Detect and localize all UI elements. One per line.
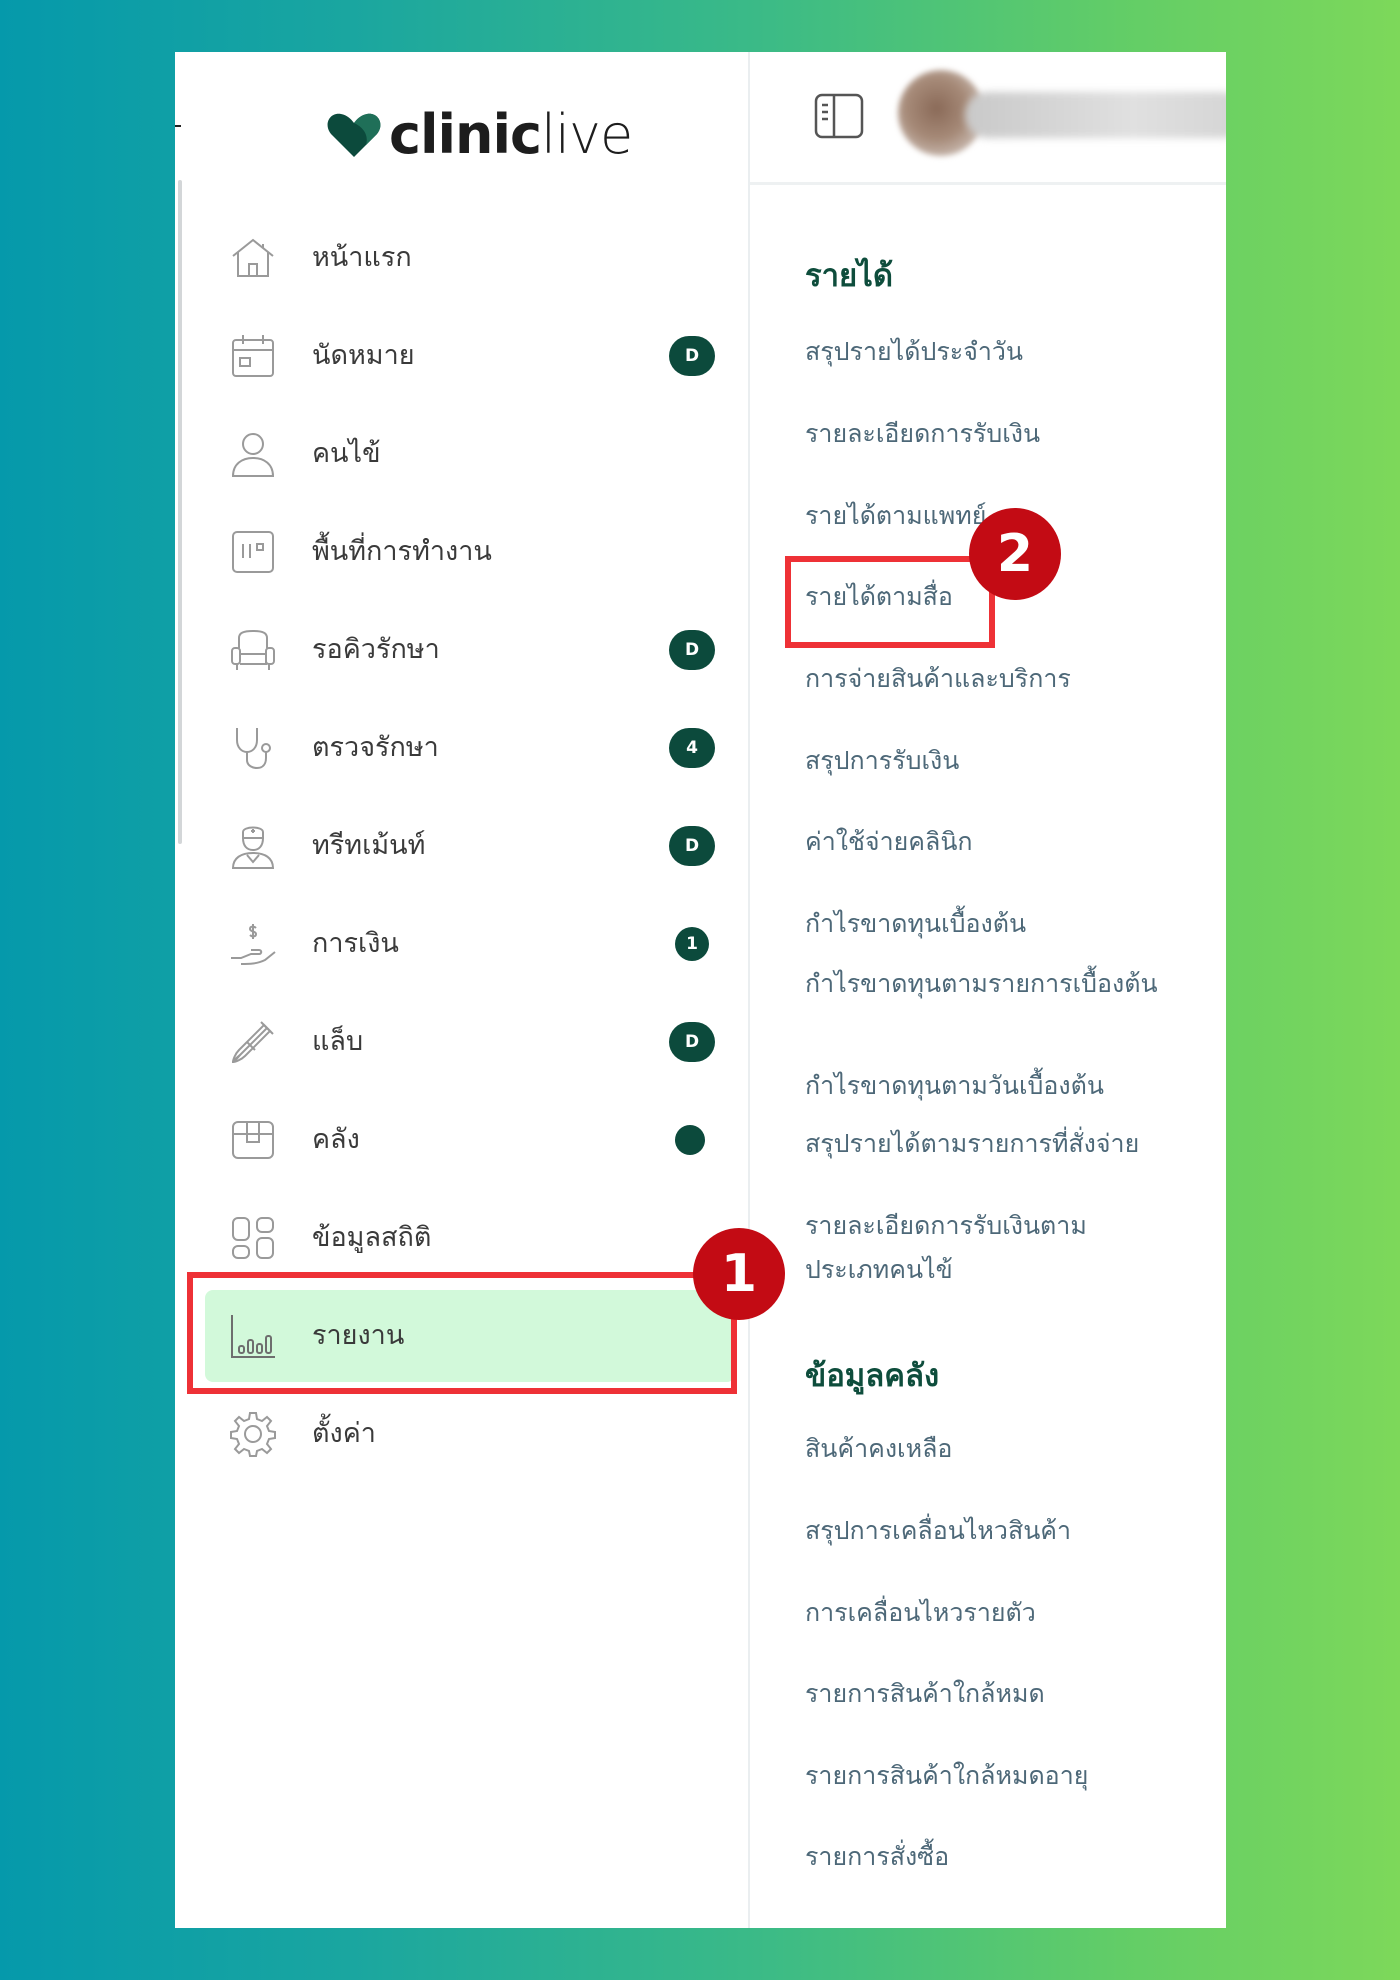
sidebar-item-label: คลัง bbox=[312, 1124, 360, 1155]
sidebar-item-examination[interactable]: ตรวจรักษา 4 bbox=[205, 702, 715, 794]
report-menu: รายได้ สรุปรายได้ประจำวัน รายละเอียดการร… bbox=[750, 182, 1226, 1928]
top-bar bbox=[750, 52, 1226, 185]
callout-number-2: 2 bbox=[969, 508, 1061, 600]
sidebar-item-label: นัดหมาย bbox=[312, 340, 415, 371]
brand-logo[interactable]: cliniclive bbox=[325, 100, 633, 170]
menu-link-goods-services-dispensed[interactable]: การจ่ายสินค้าและบริการ bbox=[805, 657, 1185, 701]
sidebar-item-treatment[interactable]: ทรีทเม้นท์ D bbox=[205, 800, 715, 892]
menu-link-profit-loss-by-item[interactable]: กำไรขาดทุนตามรายการเบื้องต้น bbox=[805, 962, 1185, 1006]
sidebar-item-label: คนไข้ bbox=[312, 438, 381, 469]
menu-link-stock-movement-summary[interactable]: สรุปการเคลื่อนไหวสินค้า bbox=[805, 1509, 1185, 1553]
status-dot bbox=[675, 1125, 705, 1155]
waiting-chair-icon bbox=[229, 626, 277, 674]
home-icon bbox=[229, 234, 277, 282]
sidebar-item-lab[interactable]: แล็บ D bbox=[205, 996, 715, 1088]
count-badge: D bbox=[669, 630, 715, 670]
app-panel: cliniclive หน้าแรก นัดหมาย D คนไข้ พื้นท… bbox=[175, 52, 1226, 1928]
sidebar-item-patients[interactable]: คนไข้ bbox=[205, 408, 715, 500]
sidebar-item-waiting-queue[interactable]: รอคิวรักษา D bbox=[205, 604, 715, 696]
sidebar-item-appointments[interactable]: นัดหมาย D bbox=[205, 310, 715, 402]
menu-link-payment-summary[interactable]: สรุปการรับเงิน bbox=[805, 739, 1185, 783]
money-hand-icon bbox=[229, 920, 277, 968]
edge-marker bbox=[175, 125, 181, 127]
calendar-icon bbox=[229, 332, 277, 380]
menu-link-low-stock[interactable]: รายการสินค้าใกล้หมด bbox=[805, 1672, 1185, 1716]
stats-grid-icon bbox=[229, 1214, 277, 1262]
sidebar-item-statistics[interactable]: ข้อมูลสถิติ bbox=[205, 1192, 715, 1284]
sidebar-item-settings[interactable]: ตั้งค่า bbox=[205, 1388, 715, 1480]
sidebar-item-label: ตรวจรักษา bbox=[312, 732, 439, 763]
sidebar-item-label: ตั้งค่า bbox=[312, 1418, 376, 1449]
section-title-income: รายได้ bbox=[805, 258, 893, 294]
sidebar-scrollbar[interactable] bbox=[178, 180, 182, 844]
gear-icon bbox=[229, 1410, 277, 1458]
user-icon bbox=[229, 430, 277, 478]
menu-link-purchase-orders[interactable]: รายการสั่งซื้อ bbox=[805, 1835, 1185, 1879]
menu-link-profit-loss[interactable]: กำไรขาดทุนเบื้องต้น bbox=[805, 902, 1185, 946]
count-badge: 1 bbox=[675, 927, 709, 961]
sidebar-item-label: รอคิวรักษา bbox=[312, 634, 440, 665]
menu-link-profit-loss-by-day[interactable]: กำไรขาดทุนตามวันเบื้องต้น bbox=[805, 1064, 1185, 1108]
callout-box-step1 bbox=[187, 1272, 737, 1394]
callout-box-step2 bbox=[785, 556, 995, 648]
sidebar-item-inventory[interactable]: คลัง bbox=[205, 1094, 715, 1186]
box-icon bbox=[229, 1116, 277, 1164]
count-badge: 4 bbox=[669, 728, 715, 768]
sidebar-item-label: พื้นที่การทำงาน bbox=[312, 536, 492, 567]
count-badge: D bbox=[669, 1022, 715, 1062]
menu-link-near-expiry[interactable]: รายการสินค้าใกล้หมดอายุ bbox=[805, 1754, 1185, 1798]
brand-name: cliniclive bbox=[389, 103, 633, 166]
sidebar: cliniclive หน้าแรก นัดหมาย D คนไข้ พื้นท… bbox=[175, 52, 750, 1928]
sidebar-item-label: ทรีทเม้นท์ bbox=[312, 830, 426, 861]
menu-link-daily-income[interactable]: สรุปรายได้ประจำวัน bbox=[805, 330, 1185, 374]
heart-logo-icon bbox=[327, 113, 381, 157]
sidebar-toggle-icon[interactable] bbox=[814, 93, 864, 139]
callout-number-1: 1 bbox=[693, 1228, 785, 1320]
user-name-blurred[interactable] bbox=[965, 92, 1226, 138]
menu-link-stock-remaining[interactable]: สินค้าคงเหลือ bbox=[805, 1427, 1185, 1471]
sidebar-item-label: หน้าแรก bbox=[312, 242, 412, 273]
sidebar-item-home[interactable]: หน้าแรก bbox=[205, 212, 715, 304]
sidebar-item-label: แล็บ bbox=[312, 1026, 364, 1057]
test-tube-icon bbox=[229, 1018, 277, 1066]
section-title-stock: ข้อมูลคลัง bbox=[805, 1358, 940, 1394]
sidebar-item-workspace[interactable]: พื้นที่การทำงาน bbox=[205, 506, 715, 598]
nurse-icon bbox=[229, 822, 277, 870]
sidebar-item-label: การเงิน bbox=[312, 928, 399, 959]
sidebar-item-label: ข้อมูลสถิติ bbox=[312, 1222, 432, 1253]
count-badge: D bbox=[669, 826, 715, 866]
stethoscope-icon bbox=[229, 724, 277, 772]
menu-link-income-by-prescribed-item[interactable]: สรุปรายได้ตามรายการที่สั่งจ่าย bbox=[805, 1122, 1145, 1166]
workspace-icon bbox=[229, 528, 277, 576]
menu-link-payment-details[interactable]: รายละเอียดการรับเงิน bbox=[805, 412, 1185, 456]
menu-link-clinic-expenses[interactable]: ค่าใช้จ่ายคลินิก bbox=[805, 820, 1185, 864]
count-badge: D bbox=[669, 336, 715, 376]
menu-link-item-movement[interactable]: การเคลื่อนไหวรายตัว bbox=[805, 1591, 1185, 1635]
sidebar-item-finance[interactable]: การเงิน 1 bbox=[205, 898, 715, 990]
menu-link-payment-by-patient-type[interactable]: รายละเอียดการรับเงินตามประเภทคนไข้ bbox=[805, 1204, 1135, 1292]
